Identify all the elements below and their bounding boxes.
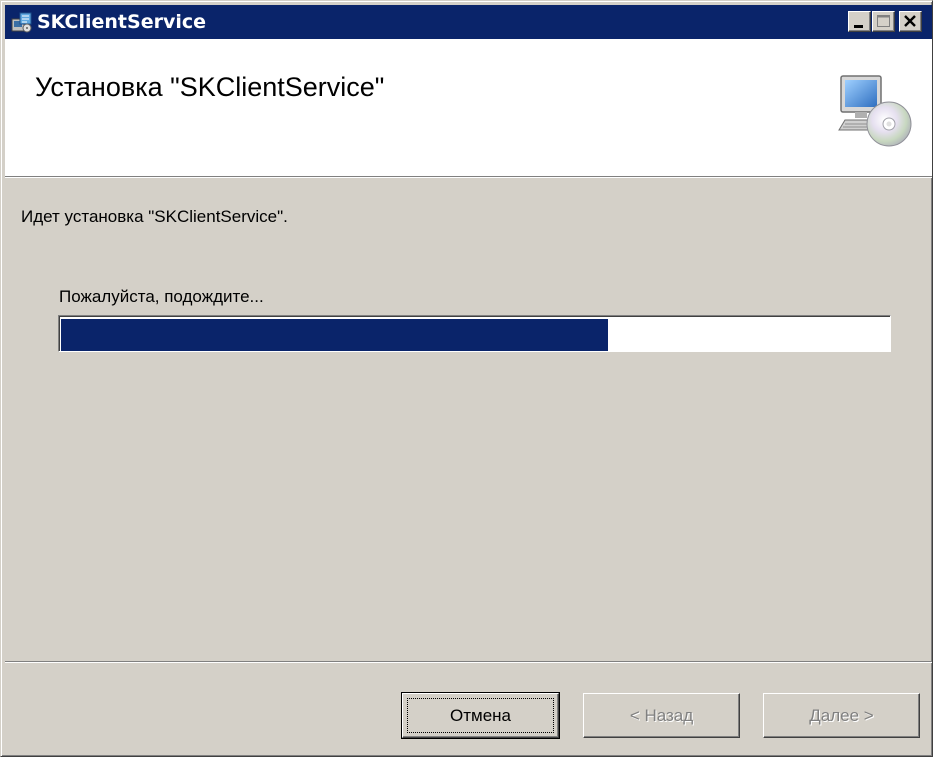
cancel-button[interactable]: Отмена: [401, 692, 560, 739]
progress-label: Пожалуйста, подождите...: [59, 287, 264, 306]
header-banner: Установка "SKClientService": [5, 39, 932, 176]
close-icon: [904, 15, 916, 27]
computer-cd-icon: [837, 74, 913, 150]
progress-bar-fill: [61, 319, 608, 351]
page-title: Установка "SKClientService": [35, 72, 385, 102]
install-progress-bar: [58, 315, 891, 352]
window-title: SKClientService: [37, 11, 207, 33]
header-separator: [5, 176, 932, 178]
title-bar[interactable]: SKClientService: [5, 5, 932, 39]
minimize-button[interactable]: [848, 11, 871, 32]
minimize-icon: [854, 25, 863, 28]
close-button[interactable]: [899, 11, 922, 32]
install-status-text: Идет установка "SKClientService".: [21, 207, 288, 226]
installer-window: SKClientService Установка "SKClientServi…: [0, 0, 933, 757]
back-button[interactable]: < Назад: [583, 693, 740, 738]
next-button[interactable]: Далее >: [763, 693, 920, 738]
cancel-button-label: Отмена: [407, 698, 554, 733]
maximize-button[interactable]: [872, 11, 895, 32]
maximize-icon: [877, 15, 890, 27]
footer-separator: [5, 661, 932, 663]
installer-icon: [11, 11, 33, 33]
